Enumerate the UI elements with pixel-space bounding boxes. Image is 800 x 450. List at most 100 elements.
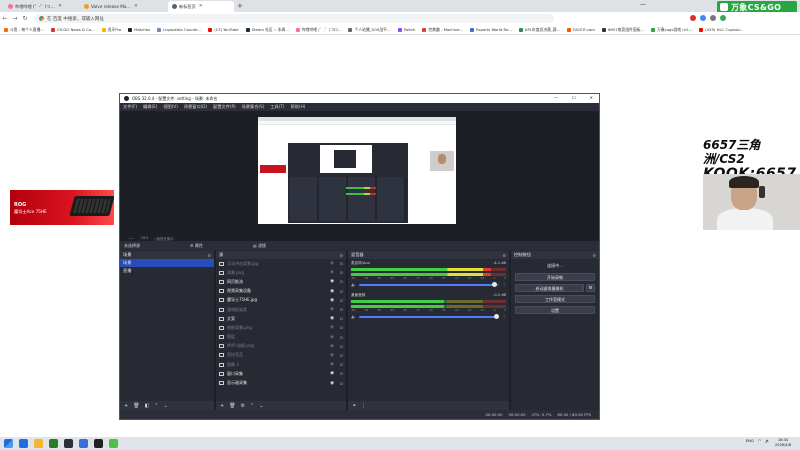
eye-icon[interactable]: ◉ — [330, 325, 334, 330]
eye-icon[interactable]: ◉ — [330, 298, 334, 303]
start-recording-button[interactable]: 开始录制 — [515, 273, 595, 281]
taskbar-app-icon[interactable] — [34, 439, 43, 448]
close-icon[interactable]: ✕ — [58, 4, 62, 9]
source-item[interactable]: 文案 ◉ ⊡ — [216, 314, 346, 323]
dock-settings-icon[interactable]: ⚙ — [592, 253, 596, 258]
source-item[interactable]: 互动冲击背景.jpg ◉ ⊡ — [216, 259, 346, 268]
lock-icon[interactable]: ⊡ — [340, 344, 343, 349]
bookmark-item[interactable]: Twitch — [397, 27, 415, 32]
start-button-icon[interactable] — [4, 439, 13, 448]
lock-icon[interactable]: ⊡ — [340, 307, 343, 312]
virtual-camera-button[interactable]: 启动虚拟摄像机 — [515, 284, 584, 292]
volume-knob[interactable] — [492, 282, 498, 287]
obs-menu-item[interactable]: 场景集合(S) — [242, 104, 265, 110]
move-up-icon[interactable]: ⌃ — [154, 403, 158, 409]
dock-settings-icon[interactable]: ⚙ — [339, 253, 343, 258]
source-item[interactable]: 哈根背景.png ◉ ⊡ — [216, 323, 346, 332]
lock-icon[interactable]: ⊡ — [340, 325, 343, 330]
bookmark-item[interactable]: (425) HLC Cuprosi... — [699, 27, 743, 32]
obs-menu-item[interactable]: 工具(T) — [270, 104, 284, 110]
move-up-icon[interactable]: ⌃ — [250, 403, 254, 409]
virtual-camera-settings-icon[interactable]: ⚙ — [586, 284, 595, 292]
volume-knob[interactable] — [493, 314, 499, 319]
channel-settings-icon[interactable]: ⋮ — [502, 282, 506, 287]
add-icon[interactable]: + — [220, 403, 224, 409]
back-icon[interactable]: ← — [0, 15, 10, 22]
link-icon[interactable]: ⚭ — [352, 403, 356, 409]
bookmark-item[interactable]: 虎牙Pro — [101, 27, 121, 33]
minimize-icon[interactable]: — — [640, 1, 646, 8]
source-item[interactable]: 游戏框架类 ◉ ⊡ — [216, 305, 346, 314]
bookmark-item[interactable]: Esports World Ra... — [470, 27, 512, 32]
dock-settings-icon[interactable]: ⚙ — [207, 253, 211, 258]
close-icon[interactable]: ✕ — [134, 4, 138, 9]
taskbar-app-icon[interactable] — [94, 439, 103, 448]
close-icon[interactable]: ✕ — [590, 95, 593, 100]
bookmark-item[interactable]: FACEIT.com — [567, 27, 595, 32]
language-indicator[interactable]: ENG — [746, 438, 754, 443]
scene-item[interactable]: 场景 — [120, 259, 214, 267]
bookmark-item[interactable]: (13) YouTube — [208, 27, 239, 32]
taskbar-app-icon[interactable] — [109, 439, 118, 448]
taskbar-app-icon[interactable] — [64, 439, 73, 448]
address-bar[interactable]: 在 百度 中搜索，或输入网址 — [34, 14, 554, 23]
trash-icon[interactable]: 🗑 — [229, 403, 235, 409]
source-item[interactable]: MVP-战绩.png ◉ ⊡ — [216, 342, 346, 351]
lock-icon[interactable]: ⊡ — [340, 279, 343, 284]
taskbar-app-icon[interactable] — [79, 439, 88, 448]
source-item[interactable]: 窗口采集 ◉ ⊡ — [216, 369, 346, 378]
eye-icon[interactable]: ◉ — [330, 381, 334, 386]
bookmark-item[interactable]: 斗鱼 - 每个人直播... — [4, 27, 44, 33]
taskbar-app-icon[interactable] — [19, 439, 28, 448]
lock-icon[interactable]: ⊡ — [340, 289, 343, 294]
eye-icon[interactable]: ◉ — [330, 307, 334, 312]
forward-icon[interactable]: → — [10, 15, 20, 22]
channel-settings-icon[interactable]: ⋮ — [502, 314, 506, 319]
eye-icon[interactable]: ◉ — [330, 316, 334, 321]
close-icon[interactable]: ✕ — [199, 4, 203, 9]
filters-button[interactable]: ▤ 滤镜 — [253, 243, 266, 249]
source-item[interactable]: 图层 ◉ ⊡ — [216, 333, 346, 342]
lock-icon[interactable]: ⊡ — [340, 335, 343, 340]
eye-icon[interactable]: ◉ — [330, 270, 334, 275]
eye-icon[interactable]: ◉ — [330, 353, 334, 358]
speaker-icon[interactable]: 🔈 — [351, 314, 356, 319]
tab-bilibili[interactable]: 哔哩哔哩 (゜-゜)つロ 干杯~-bilibili ✕ — [4, 1, 78, 12]
tab-new[interactable]: 新标签页 ✕ — [168, 1, 234, 12]
new-tab-button[interactable]: + — [237, 2, 243, 10]
reload-icon[interactable]: ↻ — [20, 15, 30, 22]
speaker-icon[interactable]: 🔈 — [765, 438, 770, 443]
bookmark-item[interactable]: 哔哩哔哩 (゜-゜)つロ... — [295, 27, 341, 33]
wifi-icon[interactable]: ◠ — [758, 438, 761, 443]
eye-icon[interactable]: ◉ — [330, 261, 334, 266]
filter-icon[interactable]: ◧ — [145, 403, 150, 409]
maximize-icon[interactable]: ☐ — [572, 95, 576, 100]
minimize-icon[interactable]: — — [554, 95, 558, 100]
source-item[interactable]: 背景.png ◉ ⊡ — [216, 268, 346, 277]
extension-icon[interactable] — [700, 15, 706, 21]
preview-zoom-slider[interactable]: —— — [128, 236, 135, 240]
properties-button[interactable]: ⚙ 属性 — [190, 243, 203, 249]
add-icon[interactable]: + — [124, 403, 128, 409]
obs-menu-item[interactable]: 帮助(H) — [291, 104, 306, 110]
preview-zoom-mode[interactable]: | 缩放至窗口 — [154, 236, 173, 241]
bookmark-item[interactable]: 6657电竞组件面板... — [601, 27, 644, 33]
bookmark-item[interactable]: KPL年度总决赛_赛... — [519, 27, 560, 33]
eye-icon[interactable]: ◉ — [330, 362, 334, 367]
obs-menu-item[interactable]: 配置文件(P) — [213, 104, 236, 110]
profile-avatar[interactable] — [720, 15, 726, 21]
lock-icon[interactable]: ⊡ — [340, 316, 343, 321]
eye-icon[interactable]: ◉ — [330, 371, 334, 376]
lock-icon[interactable]: ⊡ — [340, 261, 343, 266]
lock-icon[interactable]: ⊡ — [340, 371, 343, 376]
trash-icon[interactable]: 🗑 — [133, 403, 139, 409]
extension-icon[interactable] — [710, 15, 716, 21]
obs-menu-item[interactable]: 视图(V) — [163, 104, 178, 110]
move-down-icon[interactable]: ⌄ — [259, 403, 263, 409]
bookmark-item[interactable]: Matches — [128, 27, 150, 32]
bookmark-item[interactable]: 万象cogs游戏 (n2... — [651, 27, 692, 33]
taskbar-clock[interactable]: 18:34 2026/4/8 — [772, 438, 794, 448]
obs-preview[interactable] — [120, 111, 599, 235]
lock-icon[interactable]: ⊡ — [340, 381, 343, 386]
source-item[interactable]: 显示器采集 ◉ ⊡ — [216, 378, 346, 387]
